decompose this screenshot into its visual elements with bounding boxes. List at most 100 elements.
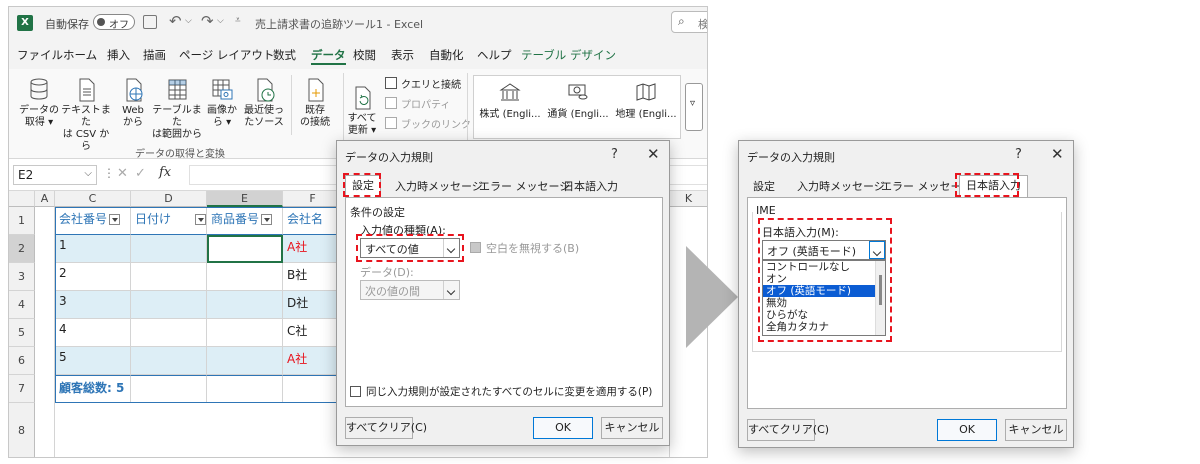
table-cell[interactable] [131,235,207,263]
row-header[interactable]: 4 [9,291,35,319]
table-header-cell[interactable]: 商品番号 [207,207,283,235]
cancel-formula-icon[interactable]: ✕ [117,166,128,181]
table-cell[interactable] [207,263,283,291]
currency-data-type[interactable]: 通貨 (Engli... [546,82,610,134]
name-box[interactable]: E2 ⌵ [13,165,97,185]
ignore-blank-checkbox[interactable] [470,242,481,253]
column-header-d[interactable]: D [131,191,207,207]
tab-japanese-input[interactable]: 日本語入力 [557,177,624,197]
table-header-cell[interactable]: 会社名 [283,207,343,235]
refresh-all-button[interactable]: すべて 更新 ▾ [343,83,381,147]
ok-button[interactable]: OK [937,419,997,441]
tab-insert[interactable]: 挿入 [107,47,130,63]
close-icon[interactable]: ✕ [1051,145,1064,163]
clear-all-button[interactable]: すべてクリア(C) [747,419,829,441]
row-header[interactable]: 8 [9,403,35,457]
tab-help[interactable]: ヘルプ [477,47,512,63]
properties-button[interactable]: プロパティ [401,96,450,111]
table-cell[interactable] [131,263,207,291]
table-cell[interactable] [131,319,207,347]
undo-icon[interactable]: ↶ [169,12,182,30]
cancel-button[interactable]: キャンセル [601,417,663,439]
workbook-links-button[interactable]: ブックのリンク [401,116,471,131]
table-cell[interactable] [207,291,283,319]
active-cell-e2[interactable] [207,235,283,263]
filter-dropdown-icon[interactable] [109,214,121,225]
row-header[interactable]: 3 [9,263,35,291]
table-cell[interactable]: A社 [283,235,343,263]
row-header[interactable]: 5 [9,319,35,347]
table-cell[interactable] [283,375,343,403]
table-cell[interactable] [131,291,207,319]
table-cell[interactable]: 3 [55,291,131,319]
redo-dropdown-icon[interactable]: ⌵ [217,16,224,26]
table-cell[interactable]: A社 [283,347,343,375]
get-data-button[interactable]: データの 取得 ▾ [17,75,61,139]
table-cell[interactable] [131,347,207,375]
queries-connections-button[interactable]: クエリと接続 [401,76,461,91]
cancel-button[interactable]: キャンセル [1005,419,1067,441]
select-all-corner[interactable] [9,191,35,207]
qat-customize-icon[interactable]: ⩡ [235,15,241,26]
column-header-e[interactable]: E [207,191,283,207]
table-header-cell[interactable]: 日付け [131,207,207,235]
tab-formulas[interactable]: 数式 [273,47,296,63]
row-header[interactable]: 7 [9,375,35,403]
geography-data-type[interactable]: 地理 (Engli... [614,82,678,134]
tab-draw[interactable]: 描画 [143,47,166,63]
redo-icon[interactable]: ↷ [201,12,214,30]
autosave-toggle[interactable]: オフ [93,14,135,31]
close-icon[interactable]: ✕ [647,145,660,163]
tab-table-design[interactable]: テーブル デザイン [521,47,616,63]
table-cell[interactable]: 2 [55,263,131,291]
recent-sources-button[interactable]: 最近使っ たソース [241,75,287,139]
more-options-icon[interactable]: ⋮ [103,166,115,180]
column-header-k[interactable]: K [669,191,707,207]
tab-view[interactable]: 表示 [391,47,414,63]
table-cell[interactable] [207,347,283,375]
gallery-more-button[interactable]: ▿ [685,83,703,131]
tab-settings[interactable]: 設定 [747,177,781,197]
filter-dropdown-icon[interactable] [261,214,273,225]
table-cell[interactable]: 1 [55,235,131,263]
column-a-cells[interactable] [35,207,55,457]
table-header-cell[interactable]: 会社番号 [55,207,131,235]
help-icon[interactable]: ? [1015,147,1022,162]
ok-button[interactable]: OK [533,417,593,439]
column-header-f[interactable]: F [283,191,343,207]
enter-formula-icon[interactable]: ✓ [135,166,146,181]
table-cell[interactable]: 5 [55,347,131,375]
existing-connections-button[interactable]: 既存 の接続 [295,75,335,139]
tab-automate[interactable]: 自動化 [429,47,464,63]
tab-data[interactable]: データ [311,47,346,65]
tab-page-layout[interactable]: ページ レイアウト [179,47,274,63]
table-cell[interactable] [207,319,283,347]
column-header-a[interactable]: A [35,191,55,207]
apply-all-checkbox[interactable] [350,386,361,397]
clear-all-button[interactable]: すべてクリア(C) [345,417,427,439]
from-picture-button[interactable]: 画像か ら ▾ [203,75,241,139]
table-cell[interactable] [131,375,207,403]
search-box[interactable]: ⌕ 検 [671,11,707,33]
data-select[interactable]: 次の値の間 [360,280,460,300]
row-header[interactable]: 1 [9,207,35,235]
tab-review[interactable]: 校閲 [353,47,376,63]
from-web-button[interactable]: Web から [115,75,151,139]
from-text-csv-button[interactable]: テキストまた は CSV から [61,75,111,152]
tab-home[interactable]: ホーム [63,47,97,63]
stocks-data-type[interactable]: 株式 (Engli... [478,82,542,134]
total-cell[interactable]: 顧客総数: 5 [55,375,131,403]
row-header[interactable]: 6 [9,347,35,375]
table-cell[interactable]: B社 [283,263,343,291]
row-header[interactable]: 2 [9,235,35,263]
from-table-button[interactable]: テーブルまた は範囲から [151,75,203,140]
table-cell[interactable]: D社 [283,291,343,319]
table-cell[interactable]: C社 [283,319,343,347]
undo-dropdown-icon[interactable]: ⌵ [185,16,192,26]
table-cell[interactable] [207,375,283,403]
save-icon[interactable] [143,15,157,29]
filter-dropdown-icon[interactable] [195,214,206,225]
tab-file[interactable]: ファイル [17,47,63,63]
insert-function-icon[interactable]: fx [159,165,171,180]
table-cell[interactable]: 4 [55,319,131,347]
